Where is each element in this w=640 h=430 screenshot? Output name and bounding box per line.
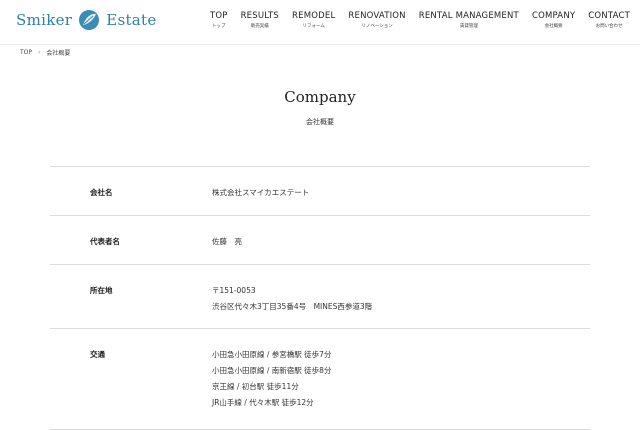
logo-text-right: Estate xyxy=(106,11,157,29)
nav-sublabel: 会社概要 xyxy=(544,24,563,29)
logo-text-left: Smiker xyxy=(16,11,73,29)
row-values: 株式会社スマイカエステート xyxy=(50,167,590,219)
nav-item-top[interactable]: TOP トップ xyxy=(210,10,228,30)
row-label: 代表者名 xyxy=(90,237,120,246)
row-value: 佐藤 亮 xyxy=(212,237,242,246)
breadcrumb-home-link[interactable]: TOP xyxy=(20,49,32,56)
row-value: JR山手線 / 代々木駅 徒歩12分 xyxy=(212,398,314,407)
row-value: 京王線 / 初台駅 徒歩11分 xyxy=(212,382,299,391)
site-logo[interactable]: Smiker Estate xyxy=(16,8,157,32)
nav-item-contact[interactable]: CONTACT お問い合わせ xyxy=(588,10,630,30)
row-value: 株式会社スマイカエステート xyxy=(212,188,310,197)
nav-sublabel: 販売実績 xyxy=(250,24,269,29)
table-row: 交通 小田急小田原線 / 参宮橋駅 徒歩7分 小田急小田原線 / 南新宿駅 徒歩… xyxy=(50,329,590,430)
nav-item-company[interactable]: COMPANY 会社概要 xyxy=(532,10,575,30)
row-label: 会社名 xyxy=(90,188,113,197)
row-values: 〒151-0053 渋谷区代々木3丁目35番4号 MINES西参道3階 xyxy=(50,265,590,333)
nav-sublabel: トップ xyxy=(212,24,226,29)
nav-label: RESULTS xyxy=(240,11,280,21)
site-header: Smiker Estate TOP トップ RESULTS 販売実績 REMOD… xyxy=(0,0,640,45)
nav-sublabel: リフォーム xyxy=(302,24,325,29)
page-subtitle: 会社概要 xyxy=(306,118,334,126)
company-info-table: 会社名 株式会社スマイカエステート 代表者名 佐藤 亮 所在地 〒151-005… xyxy=(50,166,590,430)
page-title: Company xyxy=(284,88,356,106)
main-nav: TOP トップ RESULTS 販売実績 REMODEL リフォーム RENOV… xyxy=(197,10,630,30)
row-values: 佐藤 亮 xyxy=(50,216,590,268)
row-label: 所在地 xyxy=(90,286,113,295)
nav-label: CONTACT xyxy=(588,11,630,21)
nav-sublabel: お問い合わせ xyxy=(595,24,623,29)
nav-item-results[interactable]: RESULTS 販売実績 xyxy=(241,10,279,30)
row-value: 〒151-0053 xyxy=(212,286,256,295)
nav-label: RENTAL MANAGEMENT xyxy=(418,11,519,21)
row-value: 小田急小田原線 / 参宮橋駅 徒歩7分 xyxy=(212,350,332,359)
nav-item-rental-management[interactable]: RENTAL MANAGEMENT 賃貸管理 xyxy=(419,10,519,30)
nav-item-remodel[interactable]: REMODEL リフォーム xyxy=(292,10,335,30)
leaf-logo-icon xyxy=(79,10,100,30)
nav-item-renovation[interactable]: RENOVATION リノベーション xyxy=(348,10,405,30)
nav-label: TOP xyxy=(209,11,228,21)
table-row: 会社名 株式会社スマイカエステート xyxy=(50,167,590,216)
nav-label: COMPANY xyxy=(531,11,576,21)
breadcrumb-current: 会社概要 xyxy=(46,50,71,57)
row-values: 小田急小田原線 / 参宮橋駅 徒歩7分 小田急小田原線 / 南新宿駅 徒歩8分 … xyxy=(50,329,590,429)
nav-label: RENOVATION xyxy=(348,11,406,21)
chevron-right-icon: › xyxy=(38,49,41,56)
row-label: 交通 xyxy=(90,350,105,359)
table-row: 所在地 〒151-0053 渋谷区代々木3丁目35番4号 MINES西参道3階 xyxy=(50,265,590,329)
nav-sublabel: リノベーション xyxy=(361,24,393,29)
row-value: 小田急小田原線 / 南新宿駅 徒歩8分 xyxy=(212,366,332,375)
row-value: 渋谷区代々木3丁目35番4号 MINES西参道3階 xyxy=(212,302,373,311)
nav-label: REMODEL xyxy=(292,11,336,21)
nav-sublabel: 賃貸管理 xyxy=(459,24,478,29)
table-row: 代表者名 佐藤 亮 xyxy=(50,216,590,265)
breadcrumb: TOP › 会社概要 xyxy=(20,48,70,57)
